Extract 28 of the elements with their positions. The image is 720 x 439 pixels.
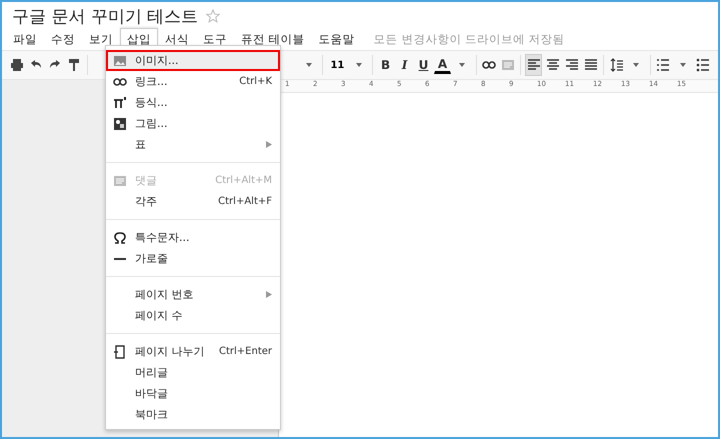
menu-item[interactable]: 링크... Ctrl+K: [106, 71, 280, 92]
menu-item[interactable]: 북마크: [106, 404, 280, 425]
menu-item[interactable]: 머리글: [106, 362, 280, 383]
menu-item[interactable]: 표: [106, 134, 280, 155]
bold-button[interactable]: B: [377, 54, 394, 76]
menu-item[interactable]: 페이지 번호: [106, 284, 280, 305]
document-title[interactable]: 구글 문서 꾸미기 테스트: [12, 4, 198, 28]
underline-button[interactable]: U: [415, 54, 432, 76]
menu-item[interactable]: 각주 Ctrl+Alt+F: [106, 191, 280, 212]
menu-item[interactable]: 이미지...: [106, 50, 280, 71]
menu-bar-item[interactable]: 퓨전 테이블: [234, 28, 312, 50]
menu-item[interactable]: 그림...: [106, 113, 280, 134]
menu-bar-item[interactable]: 도구: [196, 28, 234, 50]
menu-bar-item[interactable]: 보기: [82, 28, 120, 50]
menu-item[interactable]: 특수문자...: [106, 227, 280, 248]
menu-item[interactable]: 가로줄: [106, 248, 280, 269]
italic-button[interactable]: I: [396, 54, 414, 76]
text-color-button[interactable]: A: [434, 56, 451, 74]
menu-bar-item[interactable]: 서식: [158, 28, 196, 50]
menu-bar-item[interactable]: 도움말: [312, 28, 362, 50]
menu-item[interactable]: 페이지 나누기 Ctrl+Enter: [106, 341, 280, 362]
menu-bar-item[interactable]: 수정: [44, 28, 82, 50]
menu-bar-item[interactable]: 파일: [6, 28, 44, 50]
save-status: 모든 변경사항이 드라이브에 저장됨: [374, 32, 565, 46]
menu-item[interactable]: 등식...: [106, 92, 280, 113]
menu-item[interactable]: 바닥글: [106, 383, 280, 404]
menu-item[interactable]: 페이지 수: [106, 305, 280, 326]
font-size-dropdown[interactable]: 11: [327, 54, 348, 76]
